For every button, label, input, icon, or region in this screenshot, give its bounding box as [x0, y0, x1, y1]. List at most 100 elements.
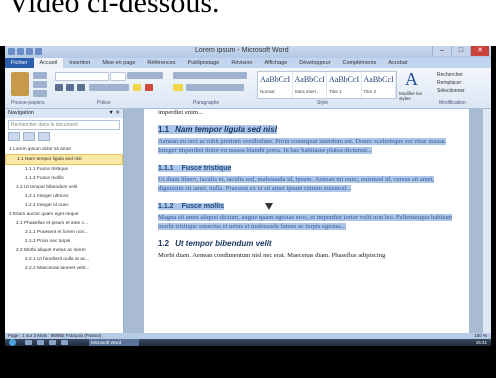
font-size-select[interactable]: [110, 72, 126, 81]
change-styles-button[interactable]: A Modifier les styles: [399, 69, 425, 101]
style-heading-1[interactable]: AaBbCcI Titre 1: [327, 72, 362, 98]
italic-icon[interactable]: [66, 84, 74, 91]
windows-taskbar: Microsoft Word 15:41: [5, 339, 491, 346]
paragraph-1-1-2: Magna sit amet aliquet dictum, augue qua…: [158, 214, 453, 230]
navigation-title: Navigation: [8, 110, 34, 116]
paste-icon[interactable]: [11, 72, 29, 96]
tab-acrobat[interactable]: Acrobat: [382, 58, 413, 68]
heading-1-1-1: 1.1.1 Fusce tristique: [158, 165, 232, 172]
nav-heading-item-selected[interactable]: 1.1 Nam tempor ligula sed nisl: [5, 154, 123, 165]
navigation-close-button[interactable]: ▼ ✕: [108, 109, 120, 118]
navigation-header: Navigation ▼ ✕: [5, 109, 123, 118]
tab-developer[interactable]: Développeur: [293, 58, 336, 68]
editing-group: Rechercher Remplacer Sélectionner: [437, 71, 465, 95]
clock: 15:41: [475, 340, 487, 345]
app-icon[interactable]: [61, 340, 68, 345]
list-buttons[interactable]: [173, 72, 247, 79]
media-player-icon[interactable]: [49, 340, 56, 345]
tab-review[interactable]: Révision: [225, 58, 258, 68]
tab-page-layout[interactable]: Mise en page: [96, 58, 141, 68]
cut-icon[interactable]: [33, 72, 47, 79]
group-label-paragraph: Paragraphe: [193, 100, 220, 106]
style-normal[interactable]: AaBbCcI Normal: [258, 72, 293, 98]
style-no-spacing[interactable]: AaBbCcI Sans interl...: [293, 72, 327, 98]
heading-1-1-2: 1.1.2 Fusce mollis: [158, 203, 224, 210]
paragraph-1-2: Morbi diam. Aenean condimentum nisl nec …: [158, 252, 386, 259]
explorer-icon[interactable]: [37, 340, 44, 345]
font-effects-icons[interactable]: [89, 84, 129, 91]
maximize-button[interactable]: □: [451, 46, 470, 56]
navigation-view-tabs: [8, 132, 120, 141]
highlight-color-icon[interactable]: [133, 84, 141, 91]
copy-icon[interactable]: [33, 81, 47, 88]
bold-icon[interactable]: [55, 84, 63, 91]
group-label-clipboard: Presse-papiers: [11, 100, 45, 106]
navigation-pane: Navigation ▼ ✕ Rechercher dans le docume…: [5, 109, 124, 333]
find-button[interactable]: Rechercher: [437, 71, 465, 79]
nav-heading-item[interactable]: 1 Lorem ipsum dolor sit amet: [5, 145, 123, 154]
nav-heading-item[interactable]: 1.2.2 Integer id nunc: [5, 201, 123, 210]
nav-heading-item[interactable]: 2.1.1 Praesent et lorem non...: [5, 228, 123, 237]
save-icon[interactable]: [17, 48, 24, 55]
redo-icon[interactable]: [35, 48, 42, 55]
ie-icon[interactable]: [25, 340, 32, 345]
style-heading-2[interactable]: AaBbCcI Titre 2: [362, 72, 396, 98]
paragraph-1-1-1: Ut diam libero, iaculis et, iaculis sed,…: [158, 176, 435, 192]
video-letterbox-bottom: [0, 346, 496, 378]
heading-1-2: 1.2 Ut tempor bibendum velit: [158, 239, 272, 248]
font-name-select[interactable]: [55, 72, 109, 81]
close-button[interactable]: ✕: [470, 46, 489, 56]
word-logo-icon: [8, 48, 15, 55]
group-label-style: Style: [317, 100, 329, 106]
headings-view-icon[interactable]: [8, 132, 20, 141]
document-page[interactable]: imperdiet enim... 1.1 Nam tempor ligula s…: [144, 109, 469, 333]
navigation-headings-list: 1 Lorem ipsum dolor sit amet 1.1 Nam tem…: [5, 145, 123, 273]
underline-icon[interactable]: [77, 84, 85, 91]
tab-view[interactable]: Affichage: [258, 58, 293, 68]
change-styles-icon: A: [405, 69, 418, 89]
minimize-button[interactable]: –: [432, 46, 451, 56]
navigation-search-input[interactable]: Rechercher dans le document: [8, 120, 120, 130]
styles-gallery: AaBbCcI Normal AaBbCcI Sans interl... Aa…: [257, 71, 397, 99]
font-size-buttons[interactable]: [127, 72, 163, 79]
nav-heading-item[interactable]: 1.2 Ut tempor bibendum velit: [5, 183, 123, 192]
nav-heading-item[interactable]: 2.1 Phasellus et ipsum et ante c...: [5, 219, 123, 228]
video-caption: Vidéo ci-dessous.: [8, 0, 220, 19]
tab-home[interactable]: Accueil: [33, 58, 64, 68]
nav-heading-item[interactable]: 2.2.2 Maecenas laoreet velit...: [5, 264, 123, 273]
intro-paragraph: imperdiet enim...: [158, 109, 204, 116]
nav-heading-item[interactable]: 1.1.1 Fusce tristique: [5, 165, 123, 174]
ribbon-group-labels: Presse-papiers Police Paragraphe Style M…: [5, 100, 491, 108]
paragraph-1-1: Aenean eu orci ac nibh pretium vestibulu…: [158, 138, 447, 154]
nav-heading-item[interactable]: 2.1.2 Proin nec turpis: [5, 237, 123, 246]
results-view-icon[interactable]: [38, 132, 50, 141]
group-label-editing: Modification: [439, 100, 466, 106]
tab-insert[interactable]: Insertion: [63, 58, 96, 68]
undo-icon[interactable]: [26, 48, 33, 55]
align-left-icon[interactable]: [173, 84, 183, 91]
nav-heading-item[interactable]: 2.2.1 Ut hendrerit nulla at ac...: [5, 255, 123, 264]
mouse-cursor-icon: [265, 203, 273, 210]
tab-file[interactable]: Fichier: [5, 58, 34, 68]
paragraph-buttons[interactable]: [186, 84, 244, 91]
nav-heading-item[interactable]: 2 Etiam auctor quam eget neque: [5, 210, 123, 219]
nav-heading-item[interactable]: 1.2.1 Integer ultrices: [5, 192, 123, 201]
tab-references[interactable]: Références: [141, 58, 181, 68]
pages-view-icon[interactable]: [23, 132, 35, 141]
heading-1-1: 1.1 Nam tempor ligula sed nisl: [158, 125, 277, 134]
quick-access-toolbar: [8, 48, 42, 55]
format-painter-icon[interactable]: [33, 90, 47, 97]
ribbon-tabs: Fichier Accueil Insertion Mise en page R…: [5, 58, 491, 68]
vertical-scrollbar[interactable]: [483, 109, 491, 333]
nav-heading-item[interactable]: 2.2 Morbi aliquet metus ac lorem: [5, 246, 123, 255]
document-content: imperdiet enim... 1.1 Nam tempor ligula s…: [158, 109, 456, 260]
replace-button[interactable]: Remplacer: [437, 79, 465, 87]
tab-mailings[interactable]: Publipostage: [182, 58, 226, 68]
start-button-icon[interactable]: [9, 339, 16, 346]
taskbar-word-button[interactable]: Microsoft Word: [89, 339, 139, 346]
nav-heading-item[interactable]: 1.1.2 Fusce mollis: [5, 174, 123, 183]
word-window: Lorem ipsum - Microsoft Word – □ ✕ Fichi…: [5, 46, 491, 346]
select-button[interactable]: Sélectionner: [437, 87, 465, 95]
tab-addins[interactable]: Compléments: [336, 58, 382, 68]
font-color-icon[interactable]: [145, 84, 153, 91]
